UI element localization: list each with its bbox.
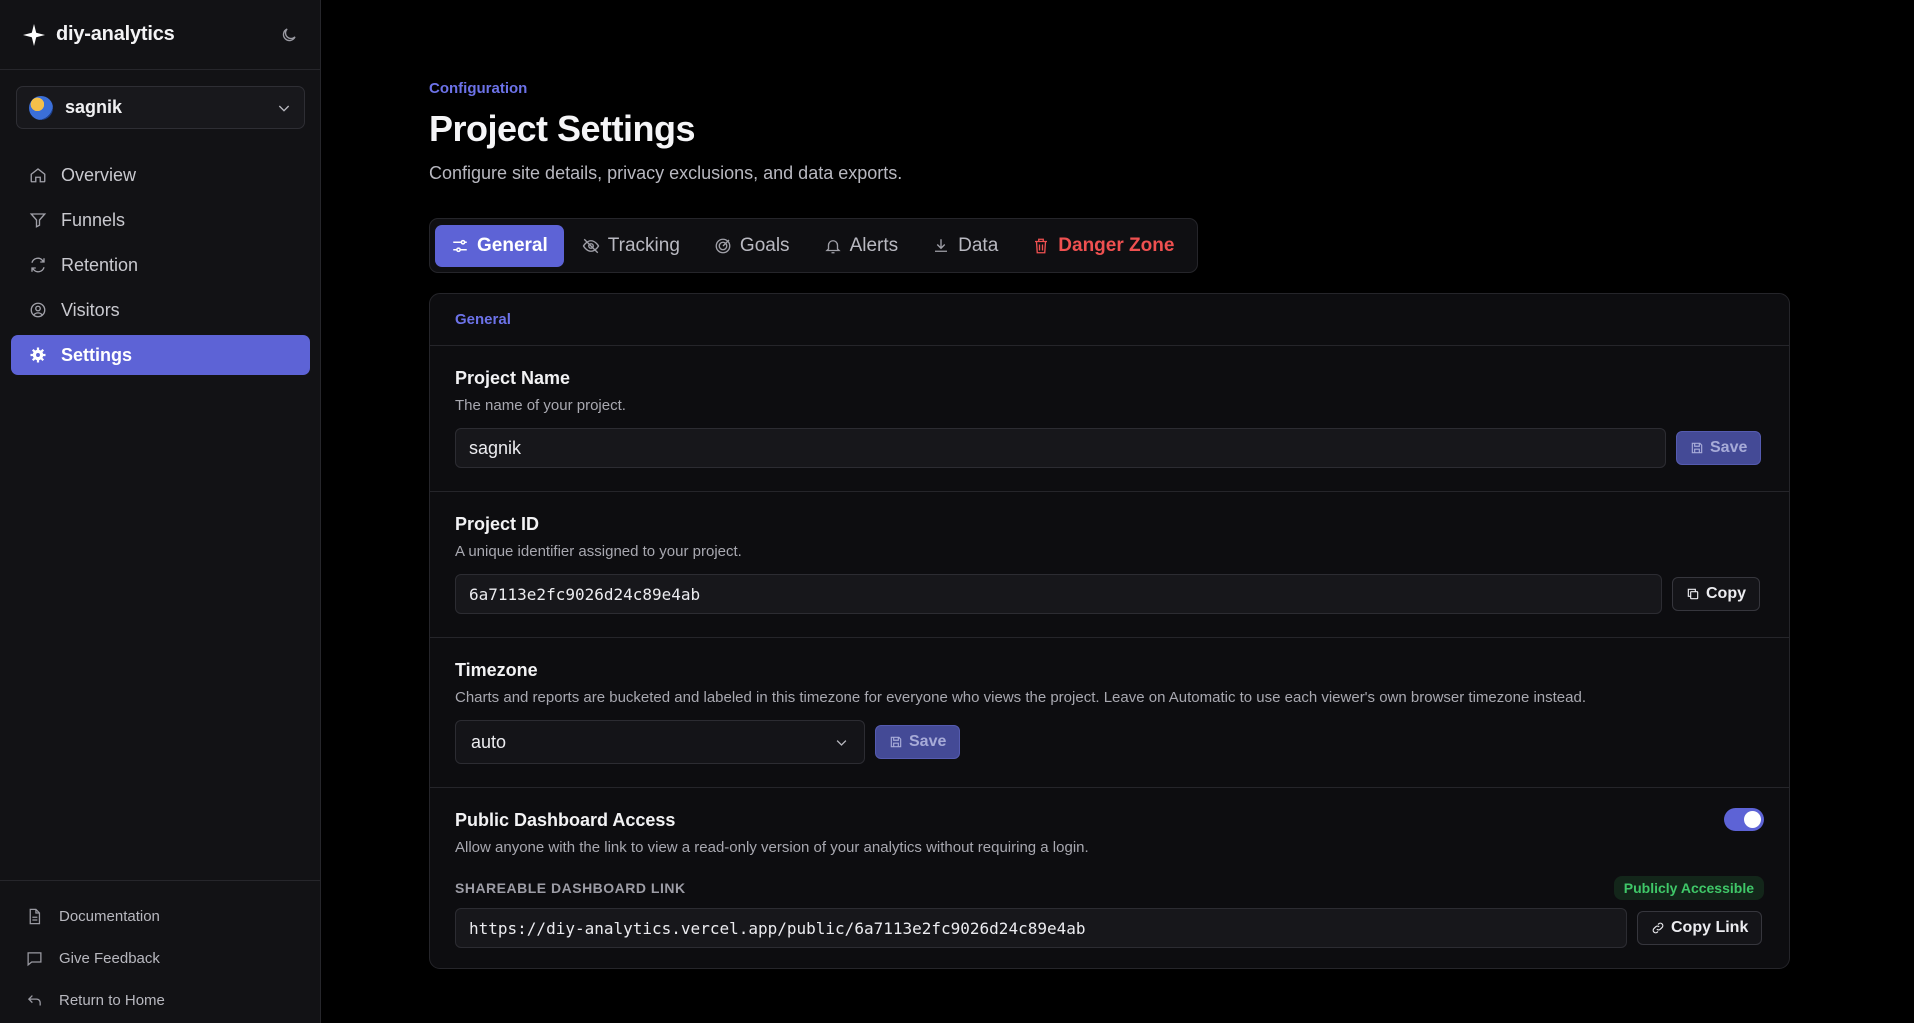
bell-icon: [824, 239, 841, 253]
sidebar-item-overview[interactable]: Overview: [11, 155, 310, 195]
toggle-knob: [1744, 811, 1761, 828]
timezone-section: Timezone Charts and reports are bucketed…: [430, 638, 1789, 788]
undo-arrow-icon: [27, 994, 41, 1005]
filter-icon: [29, 213, 47, 228]
project-id-section: Project ID A unique identifier assigned …: [430, 492, 1789, 638]
tab-data[interactable]: Data: [916, 225, 1014, 267]
settings-tabs: General Tracking Goals Alerts Data Dange…: [429, 218, 1199, 273]
page-subtitle: Configure site details, privacy exclusio…: [429, 163, 903, 183]
public-access-toggle[interactable]: [1724, 808, 1764, 831]
trash-icon: [1035, 238, 1048, 253]
brand-name[interactable]: diy-analytics: [56, 23, 175, 46]
give-feedback-link[interactable]: Give Feedback: [0, 937, 321, 979]
tab-label: Danger Zone: [1058, 234, 1175, 256]
sidebar-item-label: Funnels: [61, 209, 126, 230]
return-home-link[interactable]: Return to Home: [0, 979, 321, 1021]
sidebar-item-visitors[interactable]: Visitors: [11, 290, 310, 330]
home-icon: [30, 168, 46, 183]
brand-header: diy-analytics: [0, 0, 320, 70]
chevron-down-icon: [278, 105, 290, 112]
link-icon: [1652, 922, 1664, 934]
eye-off-icon: [582, 238, 600, 253]
main-content: Configuration Project Settings Configure…: [322, 0, 1914, 1023]
return-home-label: Return to Home: [59, 991, 165, 1009]
save-icon: [890, 736, 902, 748]
avatar: [29, 95, 53, 120]
documentation-label: Documentation: [59, 907, 160, 925]
timezone-title: Timezone: [455, 660, 538, 680]
sidebar: diy-analytics sagnik Overview Funnels Re…: [0, 0, 321, 1023]
general-settings-panel: General Project Name The name of your pr…: [429, 293, 1790, 969]
project-name-input[interactable]: sagnik: [455, 428, 1666, 468]
tab-tracking[interactable]: Tracking: [566, 225, 696, 267]
refresh-icon: [31, 257, 45, 273]
public-access-desc: Allow anyone with the link to view a rea…: [455, 839, 1089, 856]
project-name-title: Project Name: [455, 368, 571, 388]
sidebar-item-label: Settings: [61, 344, 133, 365]
shareable-link-field[interactable]: https://diy-analytics.vercel.app/public/…: [455, 908, 1627, 948]
copy-project-id-button[interactable]: Copy: [1672, 577, 1760, 611]
shareable-link-label: SHAREABLE DASHBOARD LINK: [455, 880, 686, 896]
sidebar-nav: Overview Funnels Retention Visitors Sett…: [11, 155, 310, 380]
give-feedback-label: Give Feedback: [59, 949, 160, 967]
sparkle-logo-icon: [23, 23, 45, 46]
project-name-section: Project Name The name of your project. s…: [430, 346, 1789, 492]
tab-label: Tracking: [607, 234, 680, 256]
sidebar-item-label: Overview: [61, 164, 137, 185]
tab-label: General: [477, 234, 548, 256]
save-label: Save: [909, 733, 947, 750]
tab-danger-zone[interactable]: Danger Zone: [1016, 225, 1190, 267]
copy-link-label: Copy Link: [1671, 919, 1749, 936]
project-id-title: Project ID: [455, 514, 540, 534]
tab-label: Alerts: [849, 234, 899, 256]
public-access-section: Public Dashboard Access Allow anyone wit…: [430, 788, 1789, 968]
status-badge: Publicly Accessible: [1613, 876, 1764, 900]
copy-link-button[interactable]: Copy Link: [1637, 911, 1763, 945]
moon-icon[interactable]: [280, 26, 298, 44]
target-icon: [715, 238, 731, 253]
download-icon: [935, 238, 948, 252]
sidebar-item-label: Visitors: [61, 299, 120, 320]
document-icon: [29, 908, 41, 924]
panel-heading: General: [430, 294, 1789, 346]
save-label: Save: [1710, 439, 1748, 456]
project-selector-name: sagnik: [65, 97, 123, 117]
tab-label: Data: [958, 234, 999, 256]
copy-label: Copy: [1706, 585, 1746, 602]
sidebar-footer: Documentation Give Feedback Return to Ho…: [0, 880, 321, 1023]
timezone-value: auto: [471, 731, 507, 752]
sidebar-item-settings[interactable]: Settings: [11, 335, 310, 375]
public-access-title: Public Dashboard Access: [455, 810, 676, 830]
project-id-desc: A unique identifier assigned to your pro…: [455, 543, 742, 560]
sidebar-item-funnels[interactable]: Funnels: [11, 200, 310, 240]
project-id-field[interactable]: 6a7113e2fc9026d24c89e4ab: [455, 574, 1662, 614]
copy-icon: [1687, 588, 1699, 600]
timezone-desc: Charts and reports are bucketed and labe…: [455, 689, 1586, 706]
tab-label: Goals: [739, 234, 790, 256]
sidebar-item-retention[interactable]: Retention: [11, 245, 310, 285]
timezone-select[interactable]: auto: [455, 720, 865, 764]
breadcrumb: Configuration: [429, 80, 528, 97]
message-square-icon: [27, 951, 42, 966]
sliders-icon: [453, 239, 467, 252]
save-project-name-button[interactable]: Save: [1676, 431, 1762, 465]
documentation-link[interactable]: Documentation: [0, 895, 321, 937]
project-selector[interactable]: sagnik: [16, 86, 305, 129]
tab-alerts[interactable]: Alerts: [808, 225, 915, 267]
sidebar-item-label: Retention: [61, 254, 139, 275]
tab-goals[interactable]: Goals: [698, 225, 806, 267]
save-timezone-button[interactable]: Save: [875, 725, 961, 759]
tab-general[interactable]: General: [435, 224, 564, 267]
save-icon: [1691, 442, 1703, 454]
page-title: Project Settings: [429, 108, 696, 149]
chevron-down-icon: [836, 739, 847, 746]
project-name-desc: The name of your project.: [455, 397, 626, 414]
user-circle-icon: [30, 302, 46, 318]
gear-icon: [30, 347, 46, 363]
